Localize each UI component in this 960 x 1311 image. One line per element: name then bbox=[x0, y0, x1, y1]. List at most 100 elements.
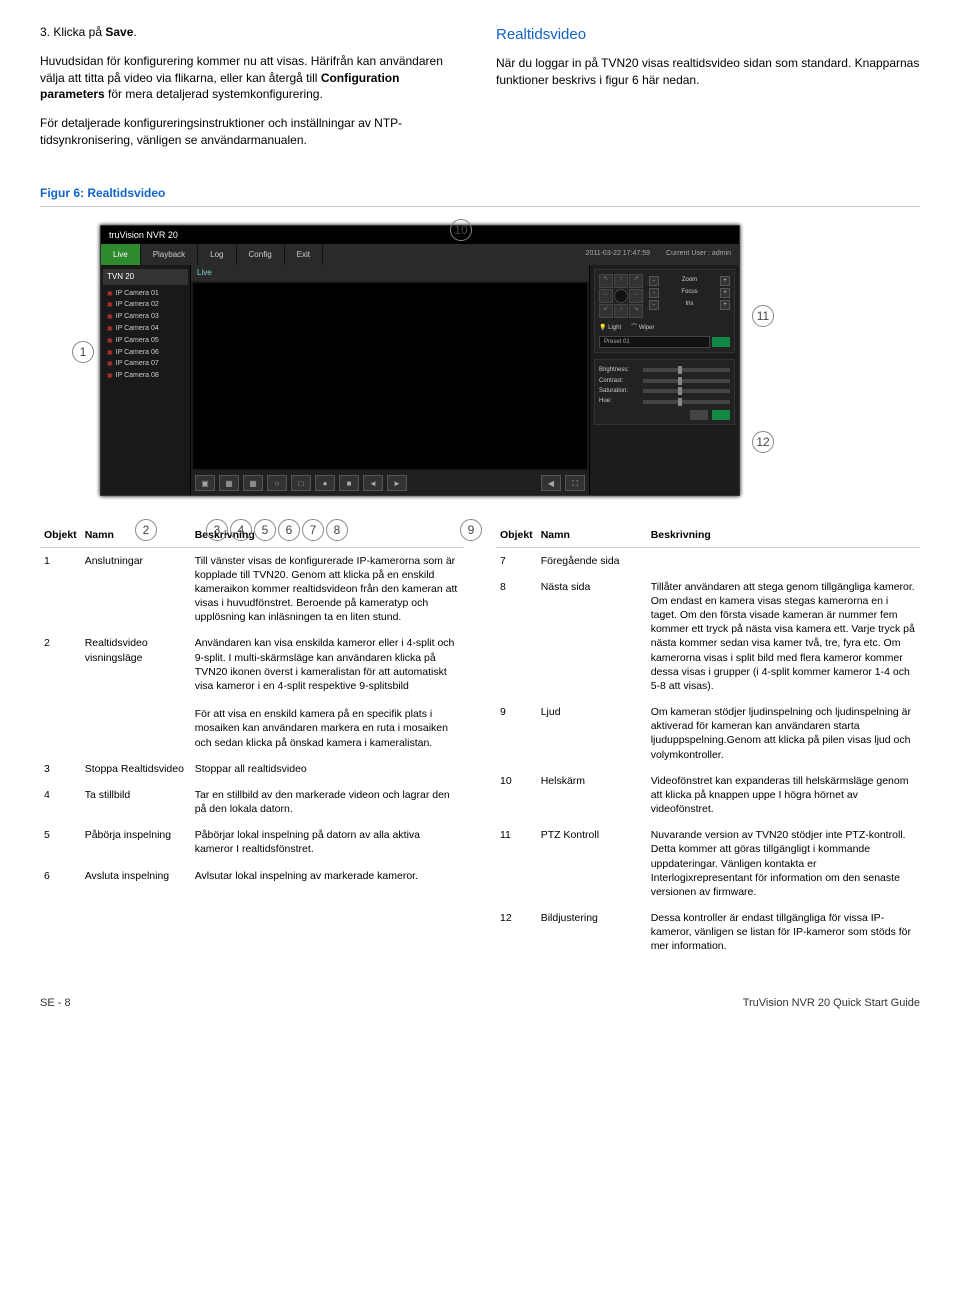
ptz-up-left-icon[interactable]: ↖ bbox=[599, 274, 613, 288]
saturation-slider[interactable] bbox=[643, 389, 730, 393]
focus-plus-icon[interactable]: + bbox=[720, 288, 730, 298]
ptz-up-right-icon[interactable]: ↗ bbox=[629, 274, 643, 288]
tb-4split-icon[interactable]: ▦ bbox=[219, 475, 239, 491]
zoom-plus-icon[interactable]: + bbox=[720, 276, 730, 286]
tb-next-page-icon[interactable]: ► bbox=[387, 475, 407, 491]
sidebar-cam-5[interactable]: IP Camera 05 bbox=[103, 335, 188, 347]
cell-beskrivning: Avlsutar lokal inspelning av markerade k… bbox=[191, 863, 464, 889]
cell-beskrivning: Tillåter användaren att stega genom till… bbox=[647, 574, 920, 699]
saturation-label: Saturation: bbox=[599, 387, 639, 395]
focus-minus-icon[interactable]: - bbox=[649, 288, 659, 298]
preset-go-icon[interactable] bbox=[712, 337, 730, 347]
hue-slider[interactable] bbox=[643, 400, 730, 404]
adjust-reset-icon[interactable] bbox=[690, 410, 708, 420]
step-text: 3. Klicka på bbox=[40, 25, 105, 39]
image-adjust-panel: Brightness: Contrast: Saturation: Hue: bbox=[594, 359, 735, 425]
iris-plus-icon[interactable]: + bbox=[720, 300, 730, 310]
cell-objekt: 8 bbox=[496, 574, 537, 699]
sidebar-cam-1[interactable]: IP Camera 01 bbox=[103, 288, 188, 300]
callout-1: 1 bbox=[72, 341, 94, 363]
tb-9split-icon[interactable]: ▦ bbox=[243, 475, 263, 491]
footer-left: SE - 8 bbox=[40, 996, 71, 1011]
zoom-label: Zoom bbox=[682, 276, 697, 286]
app-menu: Live Playback Log Config Exit 2011-03-22… bbox=[101, 244, 739, 265]
ptz-down-left-icon[interactable]: ↙ bbox=[599, 304, 613, 318]
callout-12: 12 bbox=[752, 431, 774, 453]
right-column: Realtidsvideo När du loggar in på TVN20 … bbox=[496, 24, 920, 161]
preset-select[interactable]: Preset 01 bbox=[599, 336, 710, 348]
menu-exit[interactable]: Exit bbox=[285, 244, 323, 265]
cell-beskrivning: Stoppar all realtidsvideo bbox=[191, 756, 464, 782]
focus-label: Focus bbox=[681, 288, 697, 298]
view-tab[interactable]: Live bbox=[191, 265, 589, 280]
menu-playback[interactable]: Playback bbox=[141, 244, 198, 265]
ptz-down-icon[interactable]: ↓ bbox=[614, 304, 628, 318]
intro-columns: 3. Klicka på Save. Huvudsidan för konfig… bbox=[40, 24, 920, 161]
menu-log[interactable]: Log bbox=[198, 244, 236, 265]
tb-audio-icon[interactable]: ◀ bbox=[541, 475, 561, 491]
th-beskrivning-r: Beskrivning bbox=[647, 524, 920, 547]
table-row: 12BildjusteringDessa kontroller är endas… bbox=[496, 905, 920, 960]
tb-prev-page-icon[interactable]: ◄ bbox=[363, 475, 383, 491]
iris-minus-icon[interactable]: - bbox=[649, 300, 659, 310]
ptz-center-icon[interactable] bbox=[614, 289, 628, 303]
cell-beskrivning: Dessa kontroller är endast tillgängliga … bbox=[647, 905, 920, 960]
app-title: truVision NVR 20 bbox=[109, 229, 178, 242]
th-namn-r: Namn bbox=[537, 524, 647, 547]
brightness-slider[interactable] bbox=[643, 368, 730, 372]
tb-fullscreen-icon[interactable]: ⛶ bbox=[565, 475, 585, 491]
menu-config[interactable]: Config bbox=[237, 244, 285, 265]
ptz-down-right-icon[interactable]: ↘ bbox=[629, 304, 643, 318]
light-toggle[interactable]: 💡 Light bbox=[599, 324, 621, 332]
tb-record-start-icon[interactable]: ● bbox=[315, 475, 335, 491]
app-titlebar: truVision NVR 20 bbox=[101, 226, 739, 245]
legend-table-left: Objekt Namn Beskrivning 1AnslutningarTil… bbox=[40, 524, 464, 888]
para-1: Huvudsidan för konfigurering kommer nu a… bbox=[40, 53, 464, 103]
ptz-left-icon[interactable]: ← bbox=[599, 289, 613, 303]
cell-objekt: 2 bbox=[40, 630, 81, 755]
sidebar-cam-6[interactable]: IP Camera 06 bbox=[103, 347, 188, 359]
zoom-minus-icon[interactable]: - bbox=[649, 276, 659, 286]
tb-single-view-icon[interactable]: ▣ bbox=[195, 475, 215, 491]
table-row: 6Avsluta inspelningAvlsutar lokal inspel… bbox=[40, 863, 464, 889]
cell-namn: Stoppa Realtidsvideo bbox=[81, 756, 191, 782]
contrast-slider[interactable] bbox=[643, 379, 730, 383]
tb-record-stop-icon[interactable]: ■ bbox=[339, 475, 359, 491]
sidebar-root[interactable]: TVN 20 bbox=[103, 269, 188, 284]
sidebar-cam-3[interactable]: IP Camera 03 bbox=[103, 311, 188, 323]
brightness-label: Brightness: bbox=[599, 366, 639, 374]
contrast-label: Contrast: bbox=[599, 377, 639, 385]
cell-beskrivning: Användaren kan visa enskilda kameror ell… bbox=[191, 630, 464, 755]
live-toolbar: ▣ ▦ ▦ ○ □ ● ■ ◄ ► ◀ ⛶ bbox=[191, 471, 589, 495]
figure-title: Figur 6: Realtidsvideo bbox=[40, 185, 920, 207]
sidebar-cam-2[interactable]: IP Camera 02 bbox=[103, 299, 188, 311]
ptz-panel: ↖ ↑ ↗ ← → ↙ ↓ ↘ - Zoom + bbox=[594, 269, 735, 353]
ptz-up-icon[interactable]: ↑ bbox=[614, 274, 628, 288]
cell-beskrivning: Tar en stillbild av den markerade videon… bbox=[191, 782, 464, 822]
cell-objekt: 9 bbox=[496, 699, 537, 768]
sidebar-cam-4[interactable]: IP Camera 04 bbox=[103, 323, 188, 335]
table-row: 10HelskärmVideofönstret kan expanderas t… bbox=[496, 768, 920, 823]
tb-stop-icon[interactable]: ○ bbox=[267, 475, 287, 491]
tb-snapshot-icon[interactable]: □ bbox=[291, 475, 311, 491]
video-viewport[interactable] bbox=[193, 283, 587, 470]
cell-namn: Ta stillbild bbox=[81, 782, 191, 822]
sidebar-cam-7[interactable]: IP Camera 07 bbox=[103, 358, 188, 370]
footer-right: TruVision NVR 20 Quick Start Guide bbox=[743, 996, 920, 1011]
cell-beskrivning bbox=[647, 547, 920, 574]
cell-namn: Realtidsvideo visningsläge bbox=[81, 630, 191, 755]
adjust-apply-icon[interactable] bbox=[712, 410, 730, 420]
table-row: 7Föregående sida bbox=[496, 547, 920, 574]
callout-5: 5 bbox=[254, 519, 276, 541]
sidebar-cam-8[interactable]: IP Camera 08 bbox=[103, 370, 188, 382]
callout-9: 9 bbox=[460, 519, 482, 541]
right-para: När du loggar in på TVN20 visas realtids… bbox=[496, 55, 920, 89]
cell-objekt: 6 bbox=[40, 863, 81, 889]
wiper-toggle[interactable]: ⌒ Wiper bbox=[631, 324, 654, 332]
menu-live[interactable]: Live bbox=[101, 244, 141, 265]
callout-8: 8 bbox=[326, 519, 348, 541]
callout-7: 7 bbox=[302, 519, 324, 541]
th-objekt: Objekt bbox=[40, 524, 81, 547]
ptz-right-icon[interactable]: → bbox=[629, 289, 643, 303]
cell-objekt: 5 bbox=[40, 822, 81, 862]
